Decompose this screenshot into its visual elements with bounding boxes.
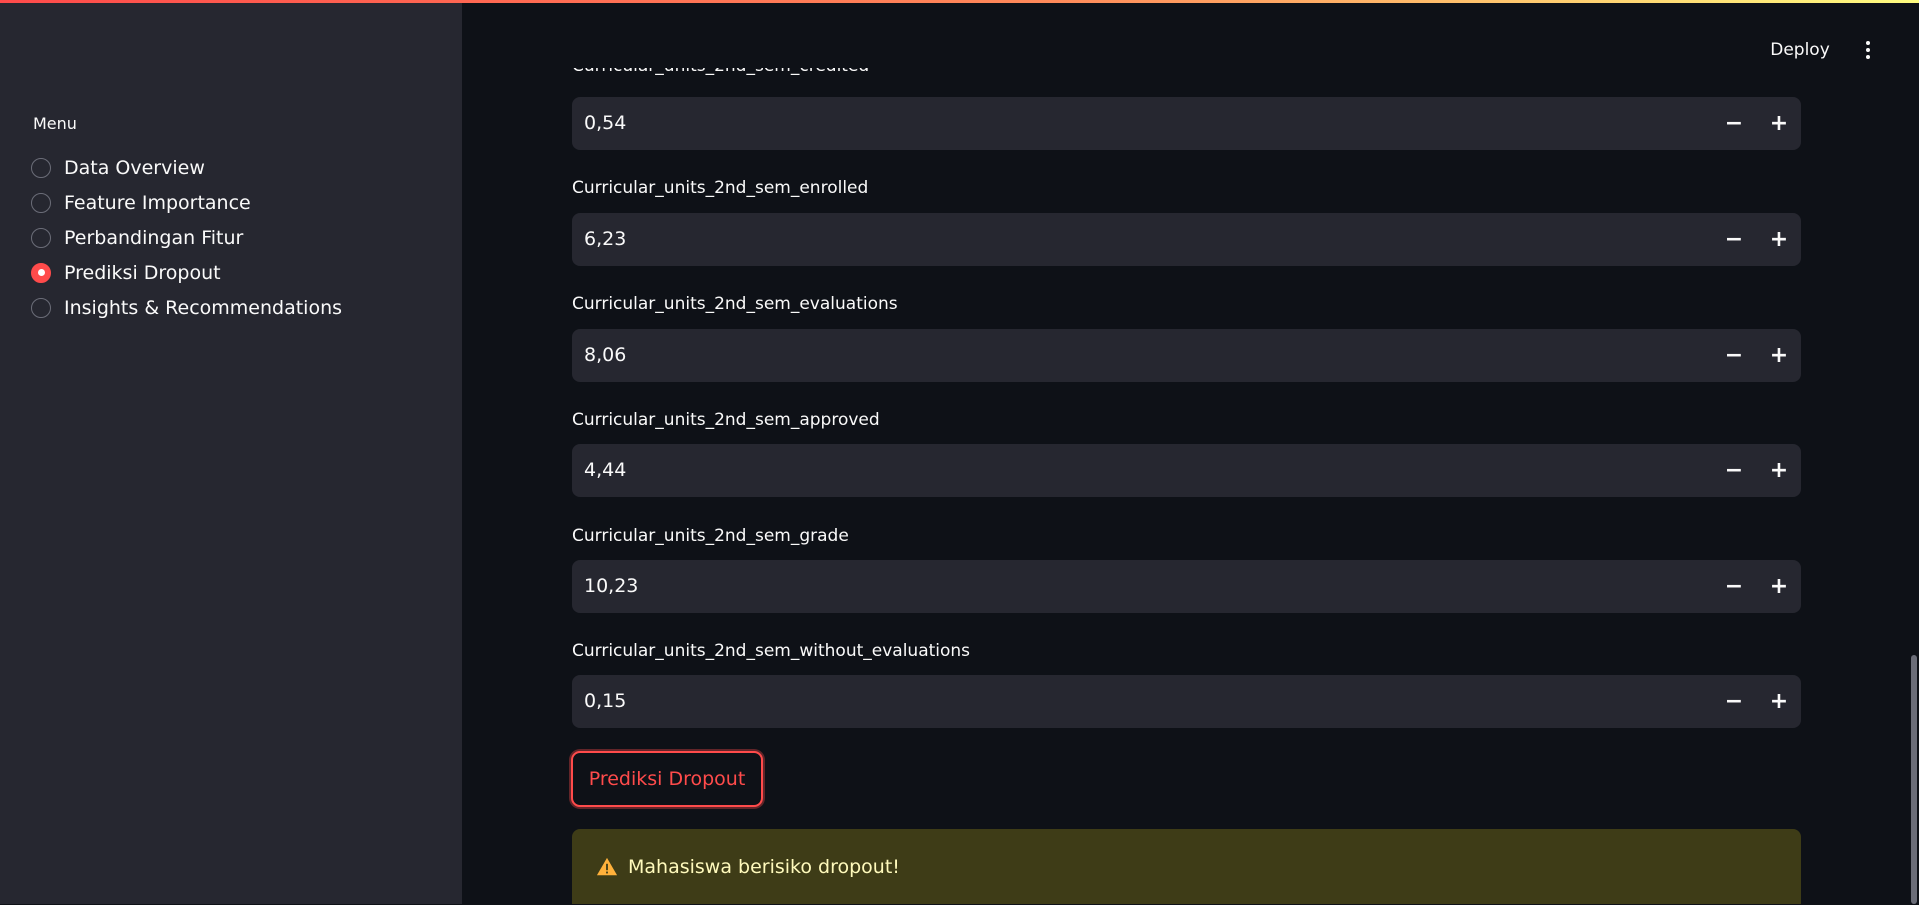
decrement-button[interactable]: − bbox=[1715, 444, 1753, 497]
decrement-button[interactable]: − bbox=[1715, 560, 1753, 613]
predict-dropout-button[interactable]: Prediksi Dropout bbox=[571, 751, 763, 807]
radio-button[interactable] bbox=[31, 157, 51, 178]
increment-button[interactable]: + bbox=[1760, 213, 1798, 266]
number-input[interactable]: 0,54 − + bbox=[572, 97, 1801, 150]
decrement-button[interactable]: − bbox=[1715, 329, 1753, 382]
radio-button[interactable] bbox=[31, 297, 51, 318]
radio-button[interactable] bbox=[31, 227, 51, 248]
increment-button[interactable]: + bbox=[1760, 560, 1798, 613]
number-input-value[interactable]: 8,06 bbox=[584, 329, 626, 382]
scrollbar-thumb[interactable] bbox=[1911, 655, 1917, 904]
number-input-value[interactable]: 10,23 bbox=[584, 560, 638, 613]
sidebar-item-prediksi-dropout[interactable]: Prediksi Dropout bbox=[31, 255, 342, 290]
kebab-vertical-icon[interactable] bbox=[1858, 36, 1878, 64]
alert-message: Mahasiswa berisiko dropout! bbox=[628, 856, 900, 878]
decrement-button[interactable]: − bbox=[1715, 213, 1753, 266]
number-input[interactable]: 0,15 − + bbox=[572, 675, 1801, 728]
sidebar-item-label: Perbandingan Fitur bbox=[64, 226, 244, 249]
field-label-clipped: Curricular_units_2nd_sem_credited bbox=[572, 68, 872, 82]
field-label: Curricular_units_2nd_sem_enrolled bbox=[572, 178, 869, 198]
number-input-value[interactable]: 0,15 bbox=[584, 675, 626, 728]
warning-alert: Mahasiswa berisiko dropout! bbox=[572, 829, 1801, 904]
sidebar-item-feature-importance[interactable]: Feature Importance bbox=[31, 185, 342, 220]
field-label: Curricular_units_2nd_sem_without_evaluat… bbox=[572, 641, 971, 661]
top-decoration-bar bbox=[0, 0, 1919, 3]
sidebar-item-label: Data Overview bbox=[64, 156, 205, 179]
number-input-value[interactable]: 4,44 bbox=[584, 444, 626, 497]
number-input[interactable]: 4,44 − + bbox=[572, 444, 1801, 497]
sidebar-item-perbandingan-fitur[interactable]: Perbandingan Fitur bbox=[31, 220, 342, 255]
sidebar-menu-title: Menu bbox=[33, 114, 77, 133]
menu-radio-group: Data Overview Feature Importance Perband… bbox=[31, 150, 342, 325]
sidebar-item-label: Feature Importance bbox=[64, 191, 251, 214]
sidebar-item-data-overview[interactable]: Data Overview bbox=[31, 150, 342, 185]
radio-button[interactable] bbox=[31, 192, 51, 213]
number-input-value[interactable]: 0,54 bbox=[584, 97, 626, 150]
radio-button-selected[interactable] bbox=[31, 262, 51, 283]
decrement-button[interactable]: − bbox=[1715, 97, 1753, 150]
number-input-value[interactable]: 6,23 bbox=[584, 213, 626, 266]
warning-icon bbox=[596, 857, 618, 876]
increment-button[interactable]: + bbox=[1760, 675, 1798, 728]
sidebar-item-label: Prediksi Dropout bbox=[64, 261, 221, 284]
increment-button[interactable]: + bbox=[1760, 444, 1798, 497]
number-input[interactable]: 8,06 − + bbox=[572, 329, 1801, 382]
sidebar-item-label: Insights & Recommendations bbox=[64, 296, 343, 319]
field-label: Curricular_units_2nd_sem_approved bbox=[572, 410, 880, 430]
number-input[interactable]: 10,23 − + bbox=[572, 560, 1801, 613]
increment-button[interactable]: + bbox=[1760, 329, 1798, 382]
number-input[interactable]: 6,23 − + bbox=[572, 213, 1801, 266]
deploy-button[interactable]: Deploy bbox=[1760, 36, 1840, 64]
decrement-button[interactable]: − bbox=[1715, 675, 1753, 728]
sidebar: Menu Data Overview Feature Importance Pe… bbox=[0, 0, 462, 904]
sidebar-item-insights-recommendations[interactable]: Insights & Recommendations bbox=[31, 290, 342, 325]
field-label: Curricular_units_2nd_sem_grade bbox=[572, 526, 849, 546]
field-label: Curricular_units_2nd_sem_evaluations bbox=[572, 294, 898, 314]
increment-button[interactable]: + bbox=[1760, 97, 1798, 150]
